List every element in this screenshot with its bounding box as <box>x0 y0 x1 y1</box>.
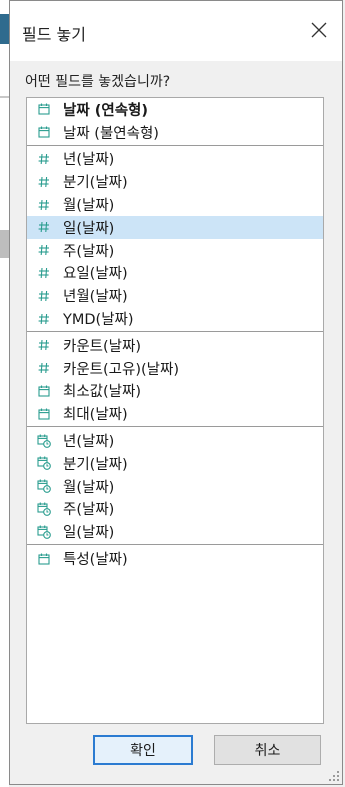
field-option-label: 주(날짜) <box>63 243 115 260</box>
field-option-label: 카운트(날짜) <box>63 338 142 355</box>
field-option[interactable]: 주(날짜) <box>27 498 323 521</box>
field-option-label: 최소값(날짜) <box>63 384 142 401</box>
field-option[interactable]: 일(날짜) <box>27 215 323 239</box>
field-option-label: 년(날짜) <box>63 152 115 169</box>
field-option-label: 월(날짜) <box>63 479 115 496</box>
field-option-label: 분기(날짜) <box>63 456 128 473</box>
field-option[interactable]: 날짜 (연속형) <box>27 98 323 121</box>
dialog-prompt: 어떤 필드를 놓겠습니까? <box>25 74 171 90</box>
field-option[interactable]: 월(날짜) <box>27 475 323 498</box>
field-option-label: 요일(날짜) <box>63 266 128 283</box>
field-option[interactable]: 년(날짜) <box>27 429 323 452</box>
calendar-clock-icon <box>37 434 51 448</box>
field-option[interactable]: 최대(날짜) <box>27 402 323 425</box>
field-option[interactable]: 카운트(날짜) <box>27 334 323 357</box>
calendar-clock-icon <box>37 479 51 493</box>
hash-icon <box>37 152 51 166</box>
field-option-label: YMD(날짜) <box>63 312 134 329</box>
hash-icon <box>37 338 51 352</box>
hash-icon <box>37 312 51 326</box>
field-option[interactable]: 최소값(날짜) <box>27 380 323 403</box>
list-separator <box>27 544 323 546</box>
field-option-label: 날짜 (연속형) <box>63 102 149 119</box>
hash-icon <box>37 361 51 375</box>
hash-icon <box>37 289 51 303</box>
resize-grip-icon[interactable] <box>328 770 340 782</box>
hash-icon <box>37 266 51 280</box>
field-option[interactable]: 날짜 (불연속형) <box>27 121 323 144</box>
background-strip <box>0 230 9 258</box>
field-options-list[interactable]: 날짜 (연속형) 날짜 (불연속형) 년(날짜) 분기(날짜) 월(날짜) 일(날짜) 주(… <box>26 97 324 724</box>
dialog-title: 필드 놓기 <box>22 25 86 44</box>
list-separator <box>27 426 323 428</box>
close-button[interactable] <box>304 15 334 45</box>
calendar-clock-icon <box>37 525 51 539</box>
field-option-label: 년월(날짜) <box>63 289 128 306</box>
field-option-label: 일(날짜) <box>63 525 115 542</box>
field-option[interactable]: 년월(날짜) <box>27 284 323 307</box>
field-option-label: 년(날짜) <box>63 434 115 451</box>
hash-icon <box>37 175 51 189</box>
field-option-label: 날짜 (불연속형) <box>63 125 159 142</box>
field-option[interactable]: 일(날짜) <box>27 520 323 543</box>
cancel-button[interactable]: 취소 <box>214 735 321 765</box>
field-option-label: 분기(날짜) <box>63 175 128 192</box>
background-app <box>0 0 9 787</box>
field-option[interactable]: 분기(날짜) <box>27 452 323 475</box>
list-separator <box>27 330 323 332</box>
hash-icon <box>37 198 51 212</box>
background-divider <box>0 96 9 98</box>
field-option[interactable]: 월(날짜) <box>27 193 323 216</box>
field-option[interactable]: YMD(날짜) <box>27 307 323 330</box>
background-tab <box>0 14 9 44</box>
title-bar: 필드 놓기 <box>10 1 342 61</box>
calendar-icon <box>37 407 51 421</box>
calendar-icon <box>37 102 51 116</box>
hash-icon <box>37 243 51 257</box>
field-option[interactable]: 주(날짜) <box>27 239 323 262</box>
field-option-label: 특성(날짜) <box>63 552 128 569</box>
calendar-icon <box>37 552 51 566</box>
ok-button[interactable]: 확인 <box>93 735 193 765</box>
field-option-label: 월(날짜) <box>63 198 115 215</box>
calendar-clock-icon <box>37 456 51 471</box>
field-option[interactable]: 요일(날짜) <box>27 262 323 285</box>
field-option-label: 최대(날짜) <box>63 407 128 424</box>
close-icon <box>311 22 327 38</box>
list-separator <box>27 144 323 146</box>
field-option[interactable]: 특성(날짜) <box>27 547 323 570</box>
drop-field-dialog: 필드 놓기 어떤 필드를 놓겠습니까? 날짜 (연속형) 날짜 (불연속형) 년(날… <box>9 0 343 785</box>
calendar-clock-icon <box>37 502 51 516</box>
field-option-label: 카운트(고유)(날짜) <box>63 361 180 378</box>
field-option[interactable]: 분기(날짜) <box>27 170 323 193</box>
field-option[interactable]: 년(날짜) <box>27 148 323 171</box>
field-option[interactable]: 카운트(고유)(날짜) <box>27 357 323 380</box>
calendar-icon <box>37 125 51 139</box>
field-option-label: 일(날짜) <box>63 220 115 237</box>
field-option-label: 주(날짜) <box>63 502 115 519</box>
hash-icon <box>37 220 51 234</box>
calendar-icon <box>37 384 51 398</box>
